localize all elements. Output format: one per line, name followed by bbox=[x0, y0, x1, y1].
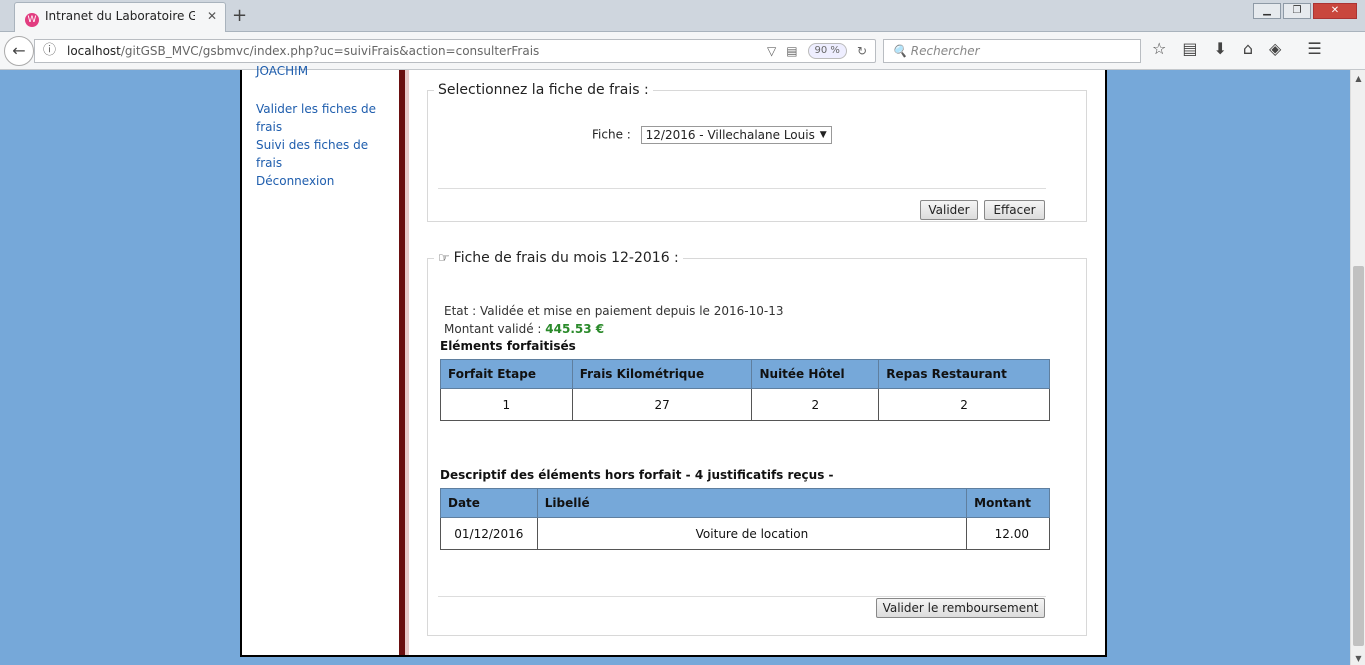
table-row: 1 27 2 2 bbox=[440, 388, 1050, 421]
selection-legend: Selectionnez la fiche de frais : bbox=[438, 82, 649, 98]
tab-title: Intranet du Laboratoire Galaxy-Swiss Bou… bbox=[45, 9, 195, 23]
navigation-bar: ← ⓘ localhost/gitGSB_MVC/gsbmvc/index.ph… bbox=[0, 32, 1365, 70]
fiche-select[interactable]: 12/2016 - Villechalane Louis ▼ bbox=[640, 126, 832, 144]
table-header: Frais Kilométrique bbox=[571, 359, 753, 389]
scroll-up-icon[interactable]: ▲ bbox=[1351, 74, 1365, 83]
pointing-hand-icon: ☞ bbox=[438, 251, 450, 266]
reading-list-icon[interactable]: ▤ bbox=[1182, 39, 1197, 58]
window-controls: ▁ ❐ ✕ bbox=[1253, 3, 1357, 19]
separator bbox=[438, 596, 1046, 597]
minimize-button[interactable]: ▁ bbox=[1253, 3, 1281, 19]
table-header: Repas Restaurant bbox=[878, 359, 1050, 389]
effacer-button[interactable]: Effacer bbox=[984, 200, 1045, 220]
sidebar-divider-light bbox=[405, 70, 409, 655]
user-name: JOACHIM bbox=[256, 64, 309, 78]
site-favicon-icon: W bbox=[25, 13, 39, 27]
download-icon[interactable]: ⬇ bbox=[1213, 39, 1226, 58]
table-header: Montant bbox=[966, 488, 1050, 518]
table-cell: 1 bbox=[440, 388, 573, 421]
fiche-status: Etat : Validée et mise en paiement depui… bbox=[444, 302, 783, 338]
url-actions: ▽ ▤ 90 % ↻ bbox=[767, 40, 867, 62]
montant-row: Montant validé : 445.53 € bbox=[444, 320, 783, 338]
site-info-icon[interactable]: ⓘ bbox=[43, 40, 56, 62]
reader-view-icon[interactable]: ▤ bbox=[786, 40, 797, 62]
table-cell: 01/12/2016 bbox=[440, 517, 538, 550]
dropdown-arrow-icon[interactable]: ▽ bbox=[767, 40, 776, 62]
home-icon[interactable]: ⌂ bbox=[1243, 39, 1253, 58]
page-scrollbar[interactable]: ▲ ▼ bbox=[1350, 70, 1365, 665]
table-cell: 27 bbox=[571, 388, 753, 421]
forfait-header-row: Forfait Etape Frais Kilométrique Nuitée … bbox=[440, 359, 1050, 389]
table-header: Forfait Etape bbox=[440, 359, 573, 389]
chevron-down-icon: ▼ bbox=[819, 130, 827, 140]
table-header: Libellé bbox=[536, 488, 968, 518]
valider-button[interactable]: Valider bbox=[920, 200, 978, 220]
menu-deconnexion[interactable]: Déconnexion bbox=[256, 172, 386, 190]
montant-label: Montant validé : bbox=[444, 322, 542, 336]
table-header: Nuitée Hôtel bbox=[751, 359, 880, 389]
browser-toolbar: ☆ ▤ ⬇ ⌂ ◈ ☰ bbox=[1152, 39, 1322, 58]
page-container: JOACHIM Valider les fiches de frais Suiv… bbox=[240, 64, 1107, 657]
sidebar-menu: Valider les fiches de frais Suivi des fi… bbox=[256, 100, 386, 190]
back-button[interactable]: ← bbox=[4, 36, 34, 66]
table-cell: Voiture de location bbox=[536, 517, 968, 550]
table-cell: 12.00 bbox=[966, 517, 1050, 550]
horsforfait-header-row: Date Libellé Montant bbox=[440, 488, 1050, 518]
fiche-select-value: 12/2016 - Villechalane Louis bbox=[645, 128, 815, 142]
selection-fieldset: Selectionnez la fiche de frais : Fiche :… bbox=[427, 82, 1087, 222]
browser-tab[interactable]: W Intranet du Laboratoire Galaxy-Swiss Bo… bbox=[14, 2, 226, 32]
scroll-down-icon[interactable]: ▼ bbox=[1351, 654, 1365, 663]
valider-remboursement-button[interactable]: Valider le remboursement bbox=[876, 598, 1045, 618]
fiche-label: Fiche : bbox=[592, 127, 631, 142]
menu-suivi-fiches[interactable]: Suivi des fiches de frais bbox=[256, 136, 386, 172]
new-tab-button[interactable]: + bbox=[232, 5, 247, 26]
table-cell: 2 bbox=[751, 388, 880, 421]
fiche-legend: ☞ Fiche de frais du mois 12-2016 : bbox=[438, 250, 679, 266]
close-window-button[interactable]: ✕ bbox=[1313, 3, 1357, 19]
bookmark-star-icon[interactable]: ☆ bbox=[1152, 39, 1166, 58]
table-row: 01/12/2016 Voiture de location 12.00 bbox=[440, 517, 1050, 550]
search-input[interactable]: 🔍 Rechercher bbox=[883, 39, 1141, 63]
montant-value: 445.53 € bbox=[545, 322, 605, 336]
horsforfait-title: Descriptif des éléments hors forfait - 4… bbox=[440, 468, 834, 482]
restore-button[interactable]: ❐ bbox=[1283, 3, 1311, 19]
reload-icon[interactable]: ↻ bbox=[857, 40, 867, 62]
url-bar[interactable]: ⓘ localhost/gitGSB_MVC/gsbmvc/index.php?… bbox=[34, 39, 876, 63]
etat-text: Etat : Validée et mise en paiement depui… bbox=[444, 304, 784, 318]
sidebar: JOACHIM Valider les fiches de frais Suiv… bbox=[242, 64, 399, 655]
tab-bar: W Intranet du Laboratoire Galaxy-Swiss Bo… bbox=[0, 0, 1365, 32]
scroll-thumb[interactable] bbox=[1353, 266, 1364, 646]
forfait-table: Forfait Etape Frais Kilométrique Nuitée … bbox=[440, 359, 1050, 421]
horsforfait-table: Date Libellé Montant 01/12/2016 Voiture … bbox=[440, 488, 1050, 550]
table-header: Date bbox=[440, 488, 538, 518]
fiche-row: Fiche : 12/2016 - Villechalane Louis ▼ bbox=[592, 126, 832, 144]
separator bbox=[438, 188, 1046, 189]
menu-hamburger-icon[interactable]: ☰ bbox=[1307, 39, 1321, 58]
menu-valider-fiches[interactable]: Valider les fiches de frais bbox=[256, 100, 386, 136]
close-tab-icon[interactable]: ✕ bbox=[207, 9, 217, 23]
table-cell: 2 bbox=[878, 388, 1050, 421]
fiche-fieldset: ☞ Fiche de frais du mois 12-2016 : Etat :… bbox=[427, 250, 1087, 636]
pocket-icon[interactable]: ◈ bbox=[1269, 39, 1281, 58]
forfait-title: Eléments forfaitisés bbox=[440, 339, 576, 353]
url-text: localhost/gitGSB_MVC/gsbmvc/index.php?uc… bbox=[67, 44, 540, 58]
zoom-level[interactable]: 90 % bbox=[807, 43, 847, 59]
